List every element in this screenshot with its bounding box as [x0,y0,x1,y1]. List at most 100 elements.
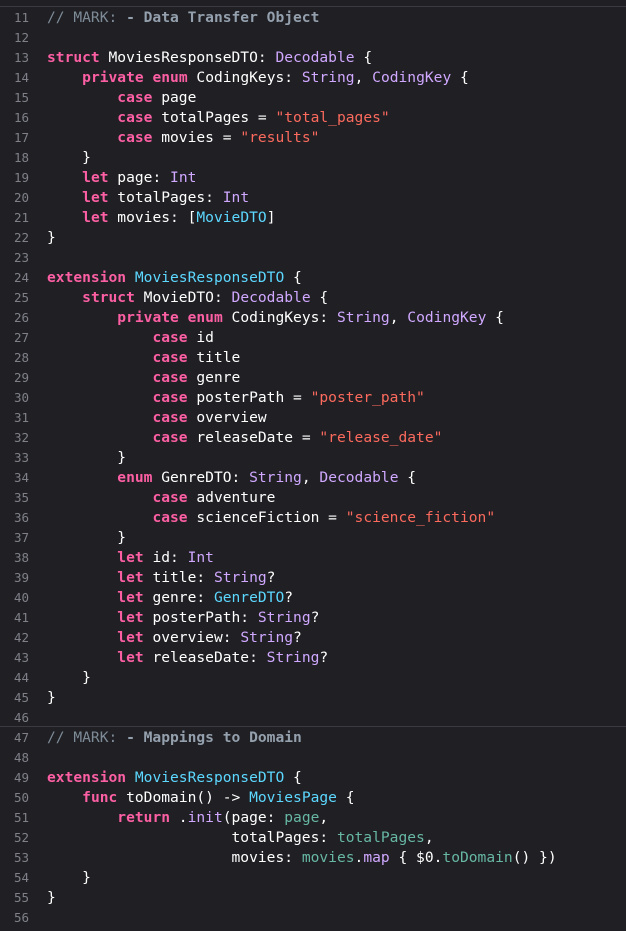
line-number: 50 [13,790,29,805]
code-line[interactable]: 14 private enum CodingKeys: String, Codi… [0,68,626,88]
code-line[interactable]: 31 case overview [0,408,626,428]
code-text[interactable]: } [47,868,91,888]
code-line[interactable]: 40 let genre: GenreDTO? [0,588,626,608]
code-text[interactable]: } [47,688,56,708]
code-text[interactable]: struct MovieDTO: Decodable { [47,288,328,308]
code-line[interactable]: 24 extension MoviesResponseDTO { [0,268,626,288]
code-text[interactable]: movies: movies.map { $0.toDomain() }) [47,848,557,868]
code-text[interactable]: totalPages: totalPages, [47,828,434,848]
code-line[interactable]: 22} [0,228,626,248]
code-text[interactable]: let posterPath: String? [47,608,319,628]
code-line[interactable]: 29 case genre [0,368,626,388]
code-text[interactable]: enum GenreDTO: String, Decodable { [47,468,416,488]
token-plain: } [47,689,56,706]
code-text[interactable]: case page [47,88,196,108]
token-kw: extension [47,269,127,286]
code-text[interactable]: case adventure [47,488,275,508]
code-line[interactable]: 36 case scienceFiction = "science_fictio… [0,508,626,528]
code-line[interactable]: 18 } [0,148,626,168]
code-text[interactable]: extension MoviesResponseDTO { [47,768,302,788]
code-text[interactable]: return .init(page: page, [47,808,328,828]
code-text[interactable]: case movies = "results" [47,128,319,148]
code-text[interactable]: } [47,528,126,548]
code-line[interactable]: 37 } [0,528,626,548]
code-line[interactable]: 38 let id: Int [0,548,626,568]
token-type: map [363,849,390,866]
code-text[interactable]: case totalPages = "total_pages" [47,108,389,128]
code-line[interactable]: 21 let movies: [MovieDTO] [0,208,626,228]
code-text[interactable]: case posterPath = "poster_path" [47,388,424,408]
code-line[interactable]: 44 } [0,668,626,688]
code-line[interactable]: 49 extension MoviesResponseDTO { [0,768,626,788]
code-line[interactable]: 56 [0,908,626,928]
code-line[interactable]: 12 [0,28,626,48]
code-text[interactable]: let movies: [MovieDTO] [47,208,275,228]
code-line[interactable]: 28 case title [0,348,626,368]
code-text[interactable]: let releaseDate: String? [47,648,328,668]
code-line[interactable]: 35 case adventure [0,488,626,508]
code-text[interactable]: func toDomain() -> MoviesPage { [47,788,354,808]
code-text[interactable]: } [47,668,91,688]
code-text[interactable]: case title [47,348,240,368]
code-line[interactable]: 27 case id [0,328,626,348]
code-text[interactable]: case genre [47,368,240,388]
code-line[interactable]: 51 return .init(page: page, [0,808,626,828]
code-text[interactable]: let id: Int [47,548,214,568]
code-text[interactable]: extension MoviesResponseDTO { [47,268,302,288]
code-line[interactable]: 26 private enum CodingKeys: String, Codi… [0,308,626,328]
code-line[interactable]: 48 [0,748,626,768]
code-editor[interactable]: 11 // MARK: - Data Transfer Object 12 13 str… [0,0,626,931]
code-text[interactable]: } [47,148,91,168]
code-line[interactable]: 11 // MARK: - Data Transfer Object [0,8,626,28]
code-text[interactable]: private enum CodingKeys: String, CodingK… [47,68,469,88]
code-text[interactable]: struct MoviesResponseDTO: Decodable { [47,48,372,68]
code-line[interactable]: 19 let page: Int [0,168,626,188]
code-line[interactable]: 32 case releaseDate = "release_date" [0,428,626,448]
token-kw: case [152,429,188,446]
code-text[interactable]: // MARK: - Mappings to Domain [47,728,302,748]
code-line[interactable]: 55} [0,888,626,908]
code-line[interactable]: 45} [0,688,626,708]
code-line[interactable]: 16 case totalPages = "total_pages" [0,108,626,128]
code-text[interactable]: let genre: GenreDTO? [47,588,293,608]
code-line[interactable]: 33 } [0,448,626,468]
code-line[interactable]: 30 case posterPath = "poster_path" [0,388,626,408]
code-line[interactable]: 46 [0,708,626,728]
code-line[interactable]: 34 enum GenreDTO: String, Decodable { [0,468,626,488]
code-text[interactable]: case id [47,328,214,348]
code-text[interactable]: // MARK: - Data Transfer Object [47,8,319,28]
line-number: 18 [13,150,29,165]
token-plain: totalPages: [47,829,337,846]
code-line[interactable]: 25 struct MovieDTO: Decodable { [0,288,626,308]
code-text[interactable]: private enum CodingKeys: String, CodingK… [47,308,504,328]
line-number: 44 [13,670,29,685]
code-line[interactable]: 43 let releaseDate: String? [0,648,626,668]
code-text[interactable]: let totalPages: Int [47,188,249,208]
code-text[interactable]: let title: String? [47,568,275,588]
code-text[interactable]: let overview: String? [47,628,302,648]
code-text[interactable]: case scienceFiction = "science_fiction" [47,508,495,528]
code-line[interactable]: 39 let title: String? [0,568,626,588]
code-line[interactable]: 23 [0,248,626,268]
code-line[interactable]: 17 case movies = "results" [0,128,626,148]
token-var: movies [301,849,355,866]
code-line[interactable]: 15 case page [0,88,626,108]
code-text[interactable]: let page: Int [47,168,196,188]
code-line[interactable]: 42 let overview: String? [0,628,626,648]
code-line[interactable]: 54 } [0,868,626,888]
code-line[interactable]: 13 struct MoviesResponseDTO: Decodable { [0,48,626,68]
code-line[interactable]: 20 let totalPages: Int [0,188,626,208]
code-line[interactable]: 41 let posterPath: String? [0,608,626,628]
code-line[interactable]: 50 func toDomain() -> MoviesPage { [0,788,626,808]
code-line[interactable]: 47 // MARK: - Mappings to Domain [0,728,626,748]
line-number: 34 [13,470,29,485]
code-text[interactable]: } [47,448,126,468]
code-text[interactable]: case releaseDate = "release_date" [47,428,442,448]
code-text[interactable]: } [47,228,56,248]
code-text[interactable]: case overview [47,408,266,428]
code-line[interactable]: 53 movies: movies.map { $0.toDomain() }) [0,848,626,868]
code-text[interactable]: } [47,888,56,908]
code-line[interactable]: 52 totalPages: totalPages, [0,828,626,848]
